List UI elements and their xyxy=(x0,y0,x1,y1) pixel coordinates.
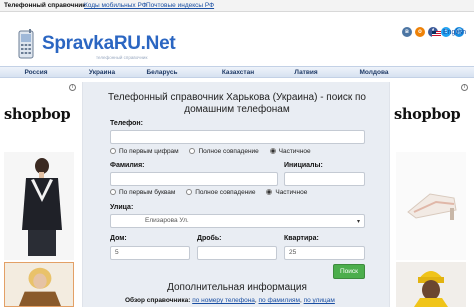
nav-item-kazakhstan[interactable]: Казахстан xyxy=(210,67,266,78)
initials-label: Инициалы: xyxy=(284,162,323,169)
ad-product-image[interactable] xyxy=(4,152,74,260)
name-option-full-match[interactable]: Полное совпадение xyxy=(186,189,256,196)
house-label: Дом: xyxy=(110,235,127,242)
ad-product-image[interactable] xyxy=(396,262,466,307)
us-flag-icon xyxy=(432,31,441,37)
english-language-link[interactable]: English xyxy=(443,29,466,36)
form-title: Телефонный справочник Харькова (Украина)… xyxy=(107,92,366,115)
site-header: SpravkaRU.Net телефонный справочник в о … xyxy=(0,12,474,64)
radio-selected-icon xyxy=(269,148,276,154)
left-ad-banner[interactable]: i shopbop xyxy=(0,82,78,307)
ad-brand-logo[interactable]: shopbop xyxy=(394,106,461,123)
phone-option-full-match[interactable]: Полное совпадение xyxy=(189,148,259,155)
ad-info-icon[interactable]: i xyxy=(69,84,76,91)
chevron-down-icon: ▾ xyxy=(356,219,360,225)
apartment-label: Квартира: xyxy=(284,235,319,242)
ad-brand-logo[interactable]: shopbop xyxy=(4,106,71,123)
mobile-codes-link[interactable]: Коды мобильных РФ xyxy=(84,0,147,12)
radio-icon xyxy=(186,189,193,195)
phone-option-partial[interactable]: Частичное xyxy=(269,148,311,155)
fraction-input[interactable] xyxy=(197,246,277,260)
street-label: Улица: xyxy=(110,204,134,211)
nav-item-russia[interactable]: Россия xyxy=(8,67,64,78)
radio-icon xyxy=(110,189,116,195)
search-form: Телефонный справочник Харькова (Украина)… xyxy=(82,82,390,307)
surname-input[interactable] xyxy=(110,172,278,186)
nav-item-belarus[interactable]: Беларусь xyxy=(134,67,190,78)
additional-info-title: Дополнительная информация xyxy=(167,282,307,293)
overview-link-streets[interactable]: по улицам xyxy=(304,297,335,304)
street-select[interactable]: Елизарова Ул. ▾ xyxy=(110,214,365,228)
phone-option-first-digits[interactable]: По первым цифрам xyxy=(110,148,179,155)
fraction-label: Дробь: xyxy=(197,235,222,242)
radio-selected-icon xyxy=(266,189,273,195)
surname-label: Фамилия: xyxy=(110,162,145,169)
name-option-first-letters[interactable]: По первым буквам xyxy=(110,189,175,196)
top-bar: Телефонный справочник Коды мобильных РФ … xyxy=(0,0,474,12)
ad-product-image[interactable] xyxy=(396,152,466,260)
house-input[interactable]: 5 xyxy=(110,246,190,260)
street-select-value: Елизарова Ул. xyxy=(145,217,189,224)
name-match-options: По первым буквам Полное совпадение Части… xyxy=(110,189,316,196)
odnoklassniki-icon[interactable]: о xyxy=(415,27,425,37)
right-ad-banner[interactable]: i shopbop xyxy=(392,82,470,307)
ad-info-icon[interactable]: i xyxy=(461,84,468,91)
overview-link-surnames[interactable]: по фамилиям xyxy=(259,297,300,304)
overview-label: Обзор справочника: xyxy=(125,297,191,304)
logo-subtitle: телефонный справочник xyxy=(96,55,148,60)
initials-input[interactable] xyxy=(284,172,365,186)
nav-item-ukraine[interactable]: Украина xyxy=(74,67,130,78)
country-nav: Россия Украина Беларусь Казахстан Латвия… xyxy=(0,66,474,78)
overview-link-phone[interactable]: по номеру телефона xyxy=(192,297,255,304)
nav-item-moldova[interactable]: Молдова xyxy=(346,67,402,78)
vk-icon[interactable]: в xyxy=(402,27,412,37)
overview-line: Обзор справочника: по номеру телефона, п… xyxy=(125,297,335,304)
phone-match-options: По первым цифрам Полное совпадение Части… xyxy=(110,148,320,155)
phone-logo-icon xyxy=(18,29,34,59)
search-button[interactable]: Поиск xyxy=(333,264,365,279)
postal-codes-link[interactable]: Почтовые индексы РФ xyxy=(146,0,214,12)
nav-item-latvia[interactable]: Латвия xyxy=(278,67,334,78)
phone-label: Телефон: xyxy=(110,120,143,127)
radio-icon xyxy=(189,148,196,154)
ad-product-image[interactable] xyxy=(4,262,74,307)
apartment-input[interactable]: 25 xyxy=(284,246,365,260)
phone-input[interactable] xyxy=(110,130,365,144)
radio-icon xyxy=(110,148,116,154)
site-title-link[interactable]: Телефонный справочник xyxy=(4,0,86,12)
name-option-partial[interactable]: Частичное xyxy=(266,189,307,196)
logo-text[interactable]: SpravkaRU.Net xyxy=(42,33,176,55)
